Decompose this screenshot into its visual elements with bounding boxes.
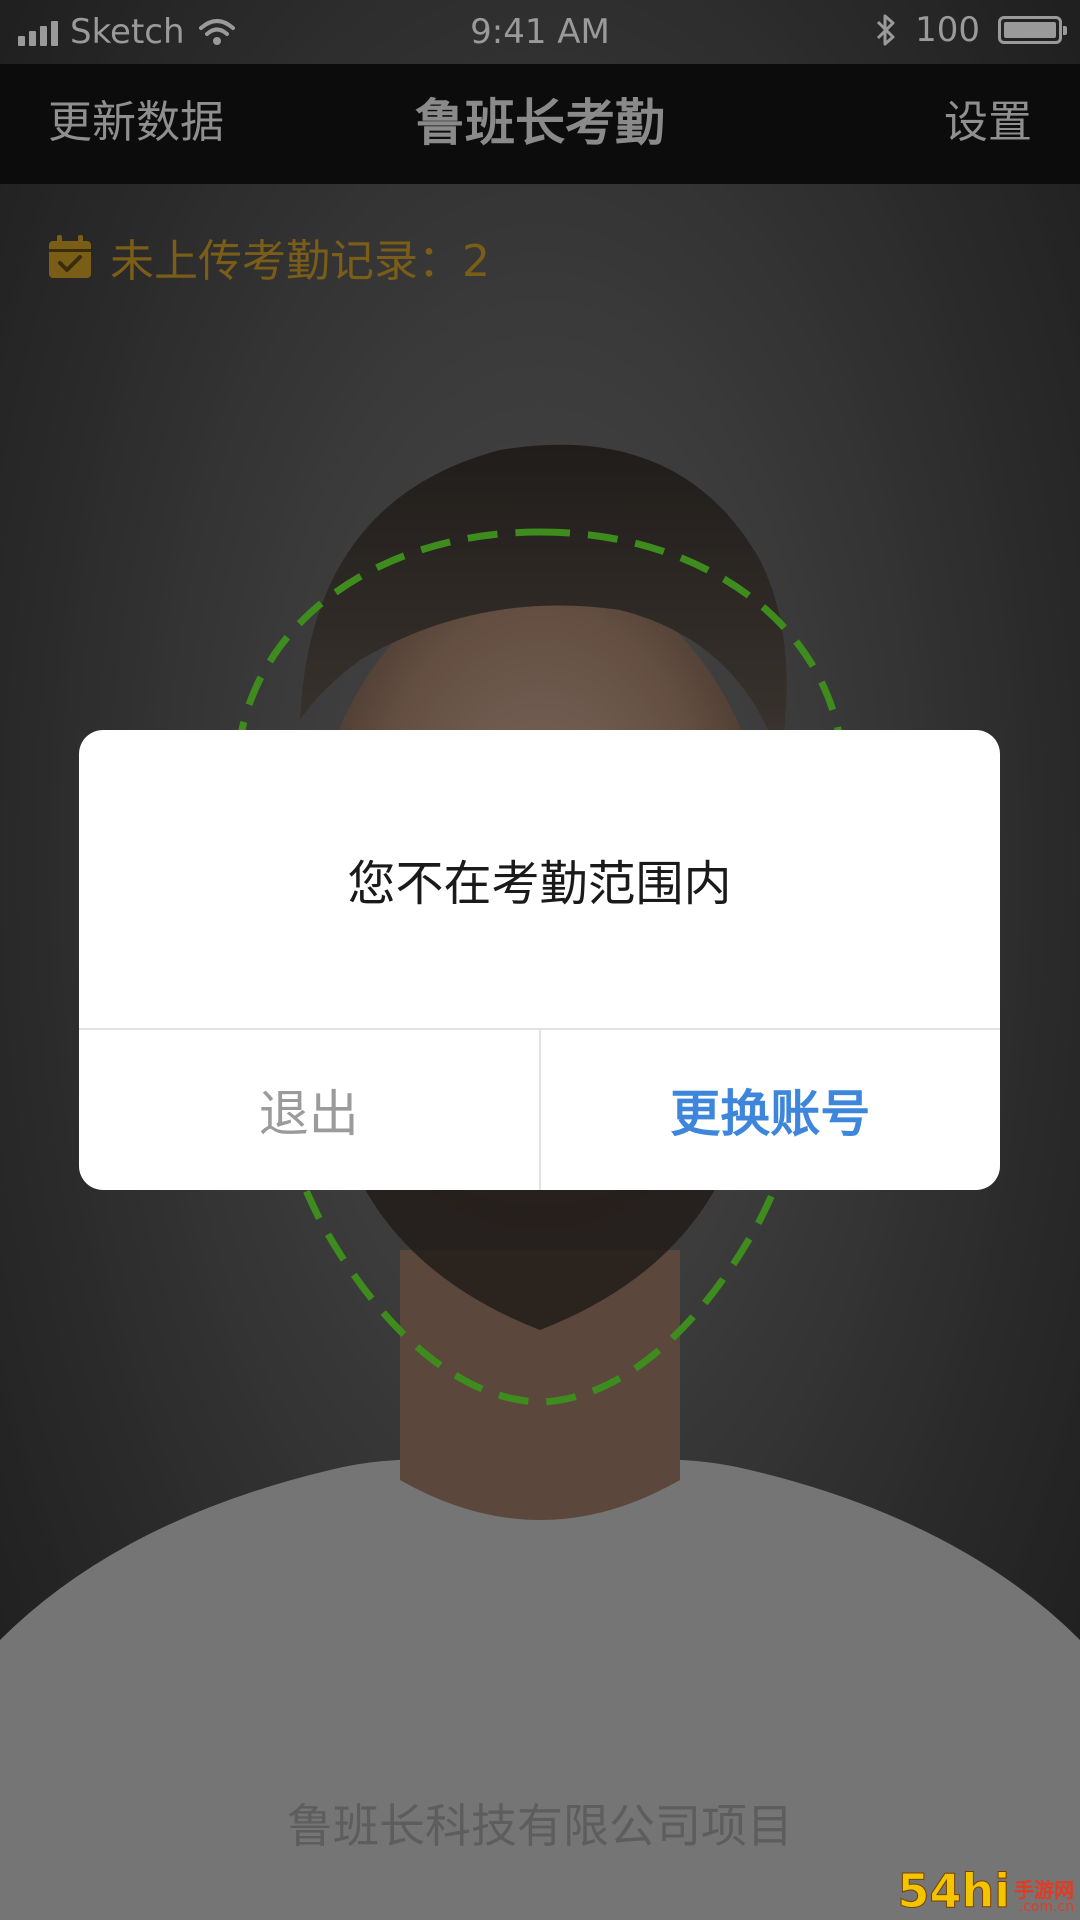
switch-account-button[interactable]: 更换账号 [541,1030,1001,1190]
bluetooth-icon [877,14,895,46]
exit-button[interactable]: 退出 [79,1030,541,1190]
pending-records-banner: 未上传考勤记录：2 [46,225,490,289]
alert-dialog: 您不在考勤范围内 退出 更换账号 [79,730,1000,1190]
battery-icon [998,16,1067,44]
update-data-button[interactable]: 更新数据 [48,64,224,184]
watermark-side: 手游网 .com.cn [1014,1880,1074,1914]
status-bar: Sketch 9:41 AM 100 [0,0,1080,64]
calendar-check-icon [49,235,91,278]
watermark-logo: 54hi 手游网 .com.cn [897,1864,1074,1918]
settings-button[interactable]: 设置 [944,64,1032,184]
dialog-message: 您不在考勤范围内 [347,856,732,912]
watermark-main: 54hi [897,1864,1011,1918]
pending-records-text: 未上传考勤记录：2 [110,236,490,287]
footer-company-text: 鲁班长科技有限公司项目 [287,1799,793,1853]
nav-bar: 更新数据 鲁班长考勤 设置 [0,64,1080,184]
status-right: 100 [875,10,1067,50]
watermark-cn: 手游网 [1014,1878,1074,1902]
watermark-domain: .com.cn [1018,1899,1074,1915]
dialog-actions: 退出 更换账号 [79,1028,1000,1190]
battery-percent: 100 [915,10,980,50]
